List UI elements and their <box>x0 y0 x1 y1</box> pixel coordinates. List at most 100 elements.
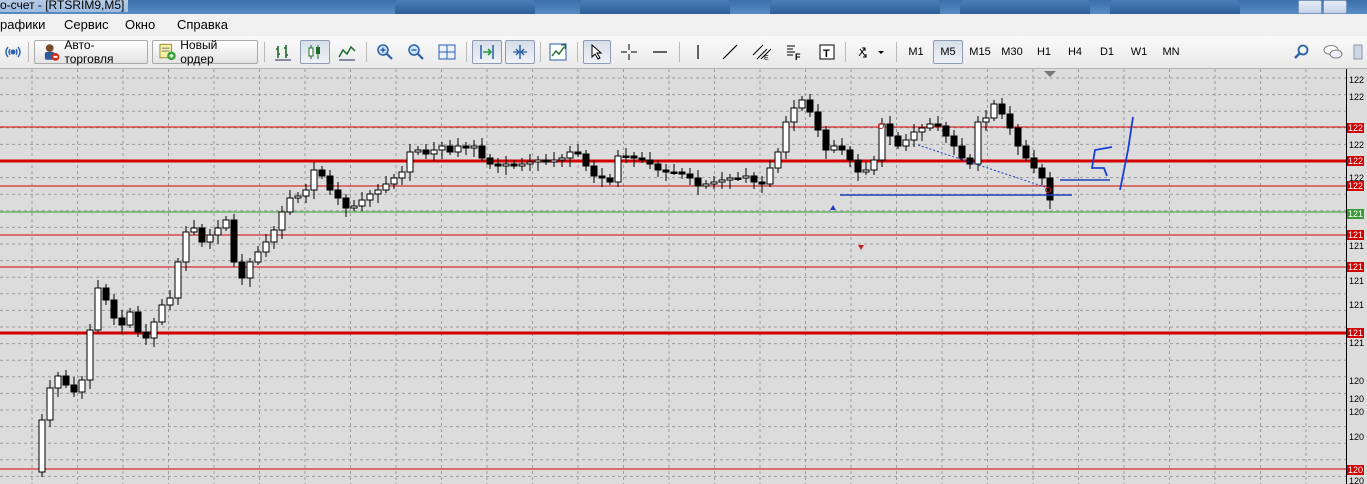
menu-charts[interactable]: рафики <box>0 17 45 32</box>
candle-body <box>54 375 62 389</box>
candle-body <box>846 149 854 161</box>
candle-body <box>926 123 934 129</box>
candle-body <box>886 123 894 137</box>
candle-body <box>502 163 510 167</box>
bar-chart-icon[interactable] <box>270 40 296 64</box>
price-tick-label: 120 <box>1349 407 1365 417</box>
candle-body <box>998 103 1006 115</box>
candle-body <box>222 219 230 229</box>
timeframe-m5[interactable]: M5 <box>933 40 963 64</box>
timeframe-h1[interactable]: H1 <box>1029 40 1059 64</box>
vertical-line-icon[interactable] <box>685 40 711 64</box>
candle-body <box>134 311 142 333</box>
candlestick-chart-icon[interactable] <box>300 40 330 64</box>
candle-body <box>958 145 966 159</box>
horizontal-line-icon[interactable] <box>647 40 673 64</box>
candle-body <box>142 331 150 339</box>
timeframe-m30[interactable]: M30 <box>997 40 1027 64</box>
trend-line-icon[interactable] <box>717 40 743 64</box>
candle-body <box>702 183 710 187</box>
candle-body <box>582 153 590 167</box>
menu-bar: рафики Сервис Окно Справка <box>0 14 1367 37</box>
equidistant-channel-icon[interactable]: E <box>749 40 775 64</box>
timeframe-m1[interactable]: M1 <box>901 40 931 64</box>
candle-body <box>182 231 190 263</box>
candle-body <box>902 139 910 147</box>
timeframe-m15[interactable]: M15 <box>965 40 995 64</box>
handwritten-stroke <box>1119 116 1134 191</box>
candle-body <box>678 171 686 175</box>
tile-windows-icon[interactable] <box>434 40 460 64</box>
taskbar-tab-3[interactable] <box>770 0 940 14</box>
price-scale[interactable]: 122 122 122 122 122 122 122 121 121 121 121 121 121 1… <box>1346 69 1367 484</box>
candle-body <box>262 241 270 253</box>
candle-body <box>102 287 110 301</box>
candle-body <box>766 167 774 185</box>
price-tick-label: 121 <box>1349 241 1365 251</box>
candle-body <box>686 173 694 179</box>
indicators-icon[interactable] <box>545 40 571 64</box>
candle-body <box>950 135 958 147</box>
price-tick-label: 122 <box>1349 75 1365 85</box>
toolbar-overflow-icon[interactable] <box>1351 40 1365 64</box>
candle-body <box>382 183 390 191</box>
timeframe-d1[interactable]: D1 <box>1092 40 1122 64</box>
price-level-tag: 122 <box>1347 156 1365 166</box>
taskbar-tab-1[interactable] <box>395 0 535 14</box>
candle-body <box>566 151 574 159</box>
candle-body <box>342 197 350 209</box>
price-chart[interactable] <box>0 69 1346 484</box>
minimize-button[interactable] <box>1298 0 1322 14</box>
candle-body <box>158 304 166 323</box>
taskbar-tab-4[interactable] <box>960 0 1090 14</box>
taskbar-tab-5[interactable] <box>1110 0 1240 14</box>
search-icon[interactable] <box>1290 40 1314 64</box>
candle-body <box>374 189 382 195</box>
price-tick-label: 122 <box>1349 140 1365 150</box>
cursor-icon[interactable] <box>583 40 611 64</box>
candle-body <box>550 159 558 163</box>
signal-icon[interactable] <box>2 40 24 64</box>
taskbar-tab-2[interactable] <box>580 0 730 14</box>
chart-shift-marker-icon <box>1044 71 1056 77</box>
fibonacci-icon[interactable]: F <box>781 40 807 64</box>
candle-body <box>470 145 478 149</box>
candle-body <box>286 197 294 213</box>
timeframe-h4[interactable]: H4 <box>1060 40 1090 64</box>
auto-trading-button[interactable]: Авто-торговля <box>34 38 148 66</box>
zoom-out-icon[interactable] <box>403 40 429 64</box>
timeframe-mn[interactable]: MN <box>1156 40 1186 64</box>
candle-body <box>230 219 238 263</box>
menu-help[interactable]: Справка <box>177 17 228 32</box>
price-tick-label: 120 <box>1349 376 1365 386</box>
candle-body <box>86 329 94 381</box>
crosshair-icon[interactable] <box>616 40 642 64</box>
chart-shift-icon[interactable] <box>505 40 535 64</box>
candle-body <box>302 189 310 197</box>
arrows-dropdown-icon[interactable] <box>851 40 891 64</box>
candle-body <box>870 159 878 171</box>
menu-service[interactable]: Сервис <box>64 17 109 32</box>
new-order-button[interactable]: Новый ордер <box>152 38 258 66</box>
maximize-button[interactable] <box>1323 0 1347 14</box>
timeframe-w1[interactable]: W1 <box>1124 40 1154 64</box>
chat-icon[interactable] <box>1320 40 1346 64</box>
candle-body <box>726 177 734 181</box>
zoom-in-icon[interactable] <box>372 40 398 64</box>
price-tick-label: 120 <box>1349 394 1365 404</box>
menu-window[interactable]: Окно <box>125 17 155 32</box>
toolbar: Авто-торговля Новый ордер E F T M1 M5 M1… <box>0 36 1367 69</box>
candlestick-plot[interactable] <box>0 69 1346 484</box>
line-chart-icon[interactable] <box>334 40 360 64</box>
candle-body <box>534 159 542 163</box>
text-tool-icon[interactable]: T <box>814 40 840 64</box>
price-level-tag: 121 <box>1347 262 1365 272</box>
auto-scroll-icon[interactable] <box>472 40 502 64</box>
toolbar-separator <box>264 42 265 62</box>
candle-body <box>830 145 838 151</box>
candle-body <box>758 181 766 185</box>
candle-body <box>270 229 278 243</box>
new-order-icon <box>159 43 176 61</box>
candle-body <box>166 297 174 306</box>
candle-body <box>934 123 942 127</box>
